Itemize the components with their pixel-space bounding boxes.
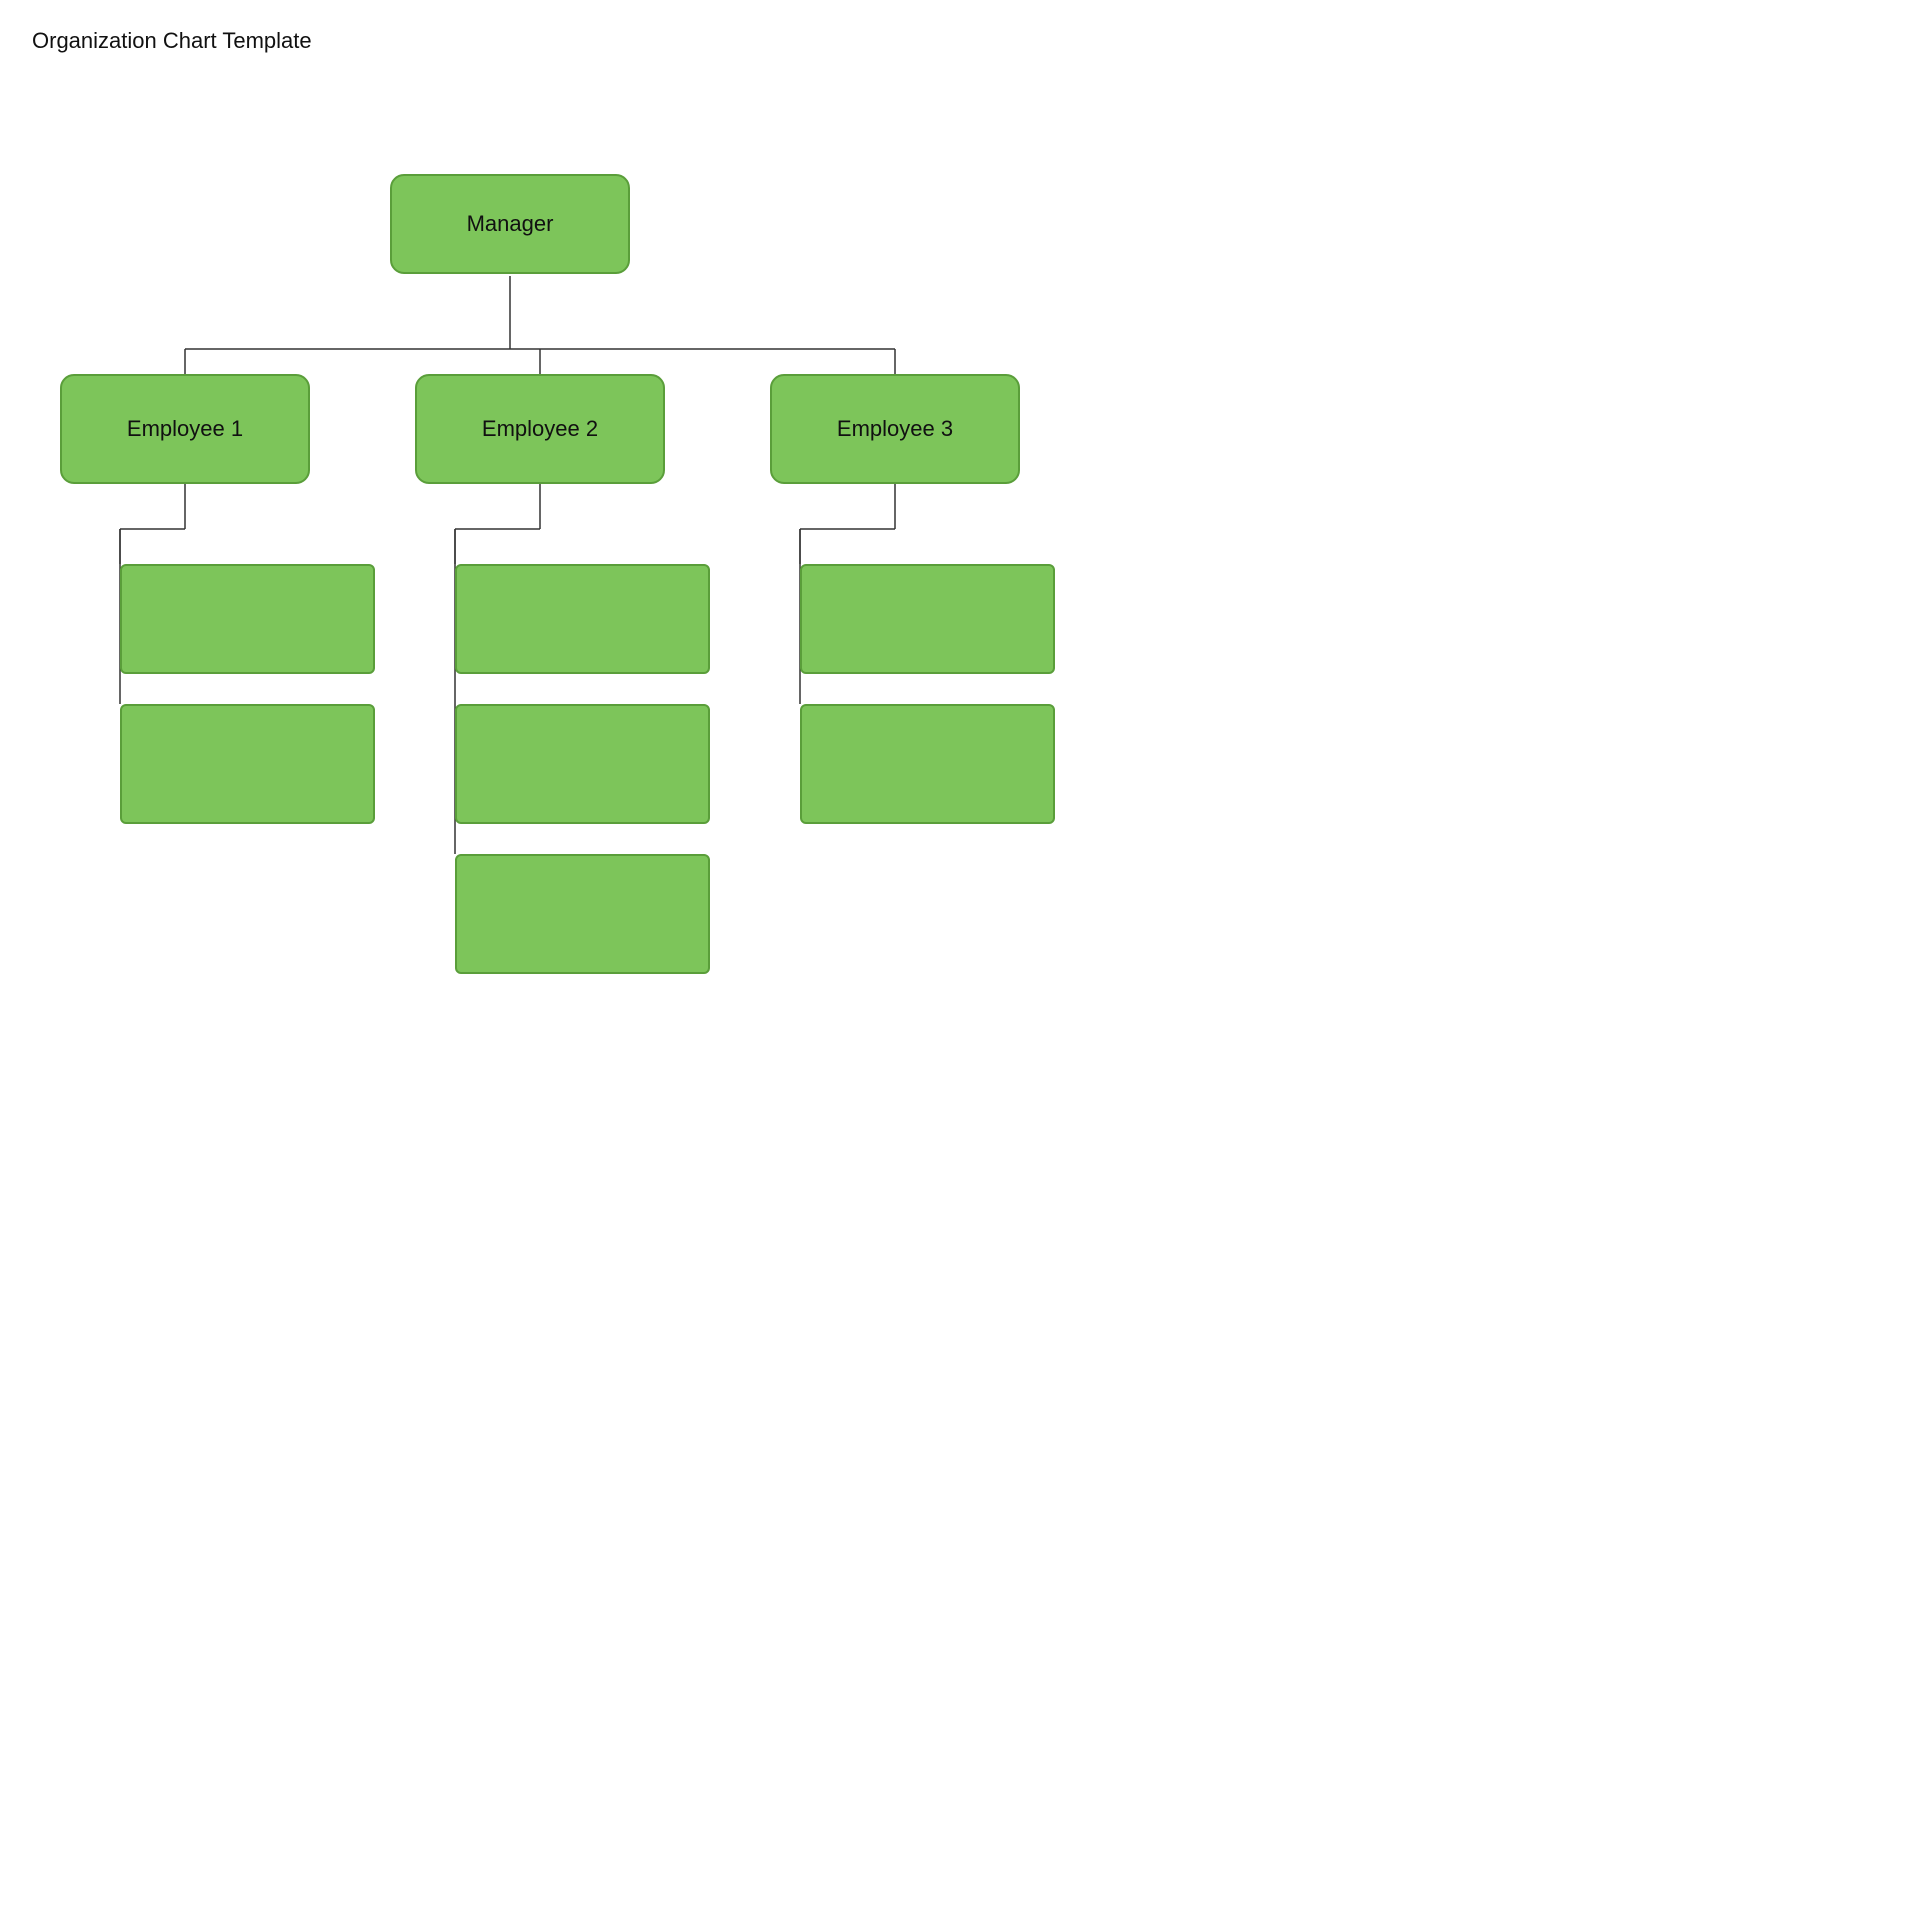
manager-label: Manager <box>467 211 554 237</box>
emp2-sub1-node[interactable] <box>455 564 710 674</box>
emp1-sub2-node[interactable] <box>120 704 375 824</box>
employee2-label: Employee 2 <box>482 416 598 442</box>
employee2-node[interactable]: Employee 2 <box>415 374 665 484</box>
manager-node[interactable]: Manager <box>390 174 630 274</box>
employee3-node[interactable]: Employee 3 <box>770 374 1020 484</box>
page-title: Organization Chart Template <box>0 0 1080 54</box>
emp3-sub1-node[interactable] <box>800 564 1055 674</box>
emp2-sub2-node[interactable] <box>455 704 710 824</box>
employee1-label: Employee 1 <box>127 416 243 442</box>
emp3-sub2-node[interactable] <box>800 704 1055 824</box>
org-chart: Manager Employee 1 Employee 2 Employee 3 <box>0 54 1080 1074</box>
emp2-sub3-node[interactable] <box>455 854 710 974</box>
emp1-sub1-node[interactable] <box>120 564 375 674</box>
employee1-node[interactable]: Employee 1 <box>60 374 310 484</box>
employee3-label: Employee 3 <box>837 416 953 442</box>
